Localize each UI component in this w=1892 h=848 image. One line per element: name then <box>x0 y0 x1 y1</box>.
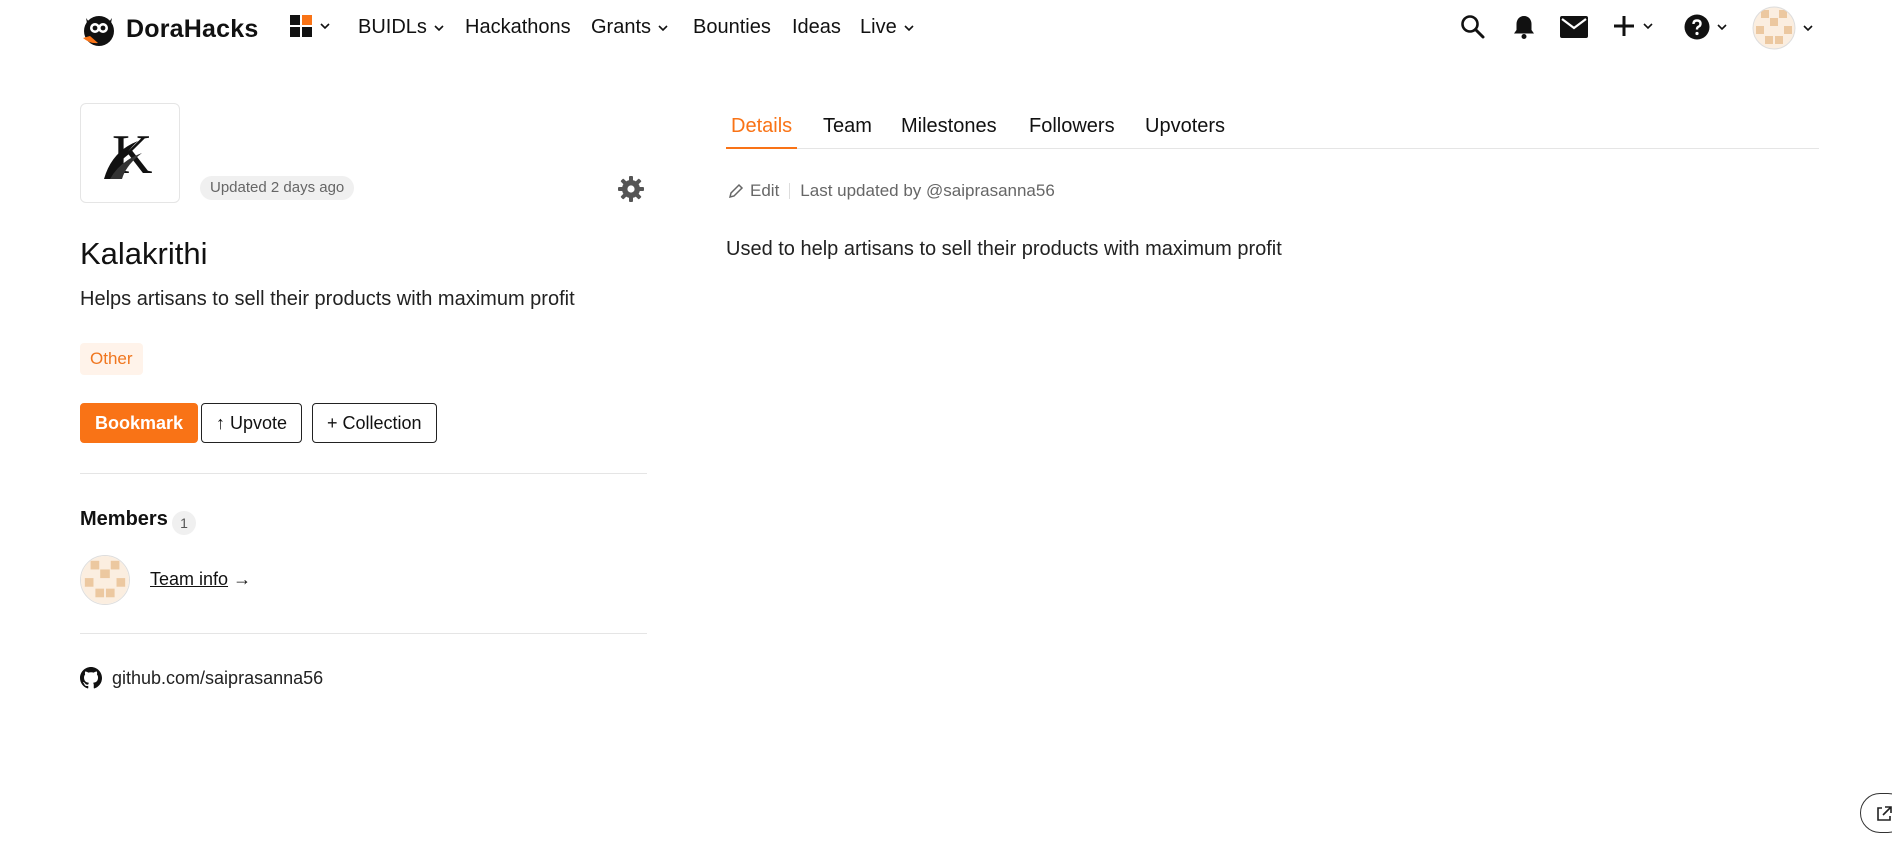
project-logo-image: K <box>104 124 152 185</box>
share-button[interactable] <box>1860 793 1892 833</box>
project-logo: K <box>80 103 180 203</box>
project-description: Used to help artisans to sell their prod… <box>726 238 1282 260</box>
detail-tabs: Details Team Milestones Followers Upvote… <box>726 115 1819 149</box>
brand-name: DoraHacks <box>126 14 259 43</box>
search-icon[interactable] <box>1460 14 1486 40</box>
share-icon <box>1877 806 1892 821</box>
nav-ideas-label: Ideas <box>792 16 841 38</box>
nav-ideas[interactable]: Ideas <box>792 16 841 39</box>
chevron-down-icon <box>1643 23 1653 30</box>
nav-live[interactable]: Live <box>860 16 915 39</box>
edit-button[interactable]: Edit <box>728 181 779 201</box>
add-collection-button[interactable]: + Collection <box>312 403 437 443</box>
apps-menu[interactable] <box>289 14 331 38</box>
top-nav: DoraHacks BUIDLs Hackathons Grants Bount… <box>0 0 1892 58</box>
nav-hackathons[interactable]: Hackathons <box>465 16 571 39</box>
team-info-label: Team info <box>150 569 229 589</box>
user-avatar <box>1752 6 1796 50</box>
upvote-button[interactable]: ↑ Upvote <box>201 403 303 443</box>
chevron-down-icon <box>434 24 444 31</box>
tab-team[interactable]: Team <box>823 115 872 149</box>
chevron-down-icon <box>320 23 330 30</box>
members-label: Members <box>80 508 168 530</box>
help-icon <box>1684 14 1710 40</box>
nav-bounties[interactable]: Bounties <box>693 16 771 39</box>
github-icon <box>80 667 102 689</box>
nav-buidls[interactable]: BUIDLs <box>358 16 445 39</box>
pencil-icon <box>728 183 744 199</box>
project-subtitle: Helps artisans to sell their products wi… <box>80 288 575 310</box>
github-link[interactable]: github.com/saiprasanna56 <box>80 667 323 689</box>
bell-icon[interactable] <box>1512 14 1536 40</box>
edit-label: Edit <box>750 181 780 200</box>
plus-icon <box>1614 16 1634 36</box>
nav-buidls-label: BUIDLs <box>358 16 427 38</box>
help-menu[interactable] <box>1684 14 1728 40</box>
divider <box>80 633 647 634</box>
brand-logo[interactable]: DoraHacks <box>80 10 258 48</box>
dorahacks-logo-icon <box>83 16 114 46</box>
nav-grants[interactable]: Grants <box>591 16 669 39</box>
category-tag[interactable]: Other <box>80 343 143 375</box>
last-updated-text: Last updated by @saiprasanna56 <box>800 181 1055 200</box>
chevron-down-icon <box>1803 25 1813 32</box>
chevron-down-icon <box>1717 24 1727 31</box>
bookmark-button[interactable]: Bookmark <box>80 403 199 443</box>
edit-row: Edit Last updated by @saiprasanna56 <box>728 181 1055 201</box>
updated-badge: Updated 2 days ago <box>200 176 355 200</box>
apps-grid-icon <box>290 15 312 37</box>
project-title: Kalakrithi <box>80 236 208 271</box>
gear-icon[interactable] <box>617 175 645 203</box>
separator <box>789 183 791 199</box>
create-menu[interactable] <box>1612 14 1654 38</box>
nav-live-label: Live <box>860 16 897 38</box>
tab-details[interactable]: Details <box>726 115 798 149</box>
team-info-link[interactable]: Team info → <box>150 569 251 590</box>
member-avatar[interactable] <box>80 555 130 605</box>
tab-followers[interactable]: Followers <box>1029 115 1115 149</box>
nav-hackathons-label: Hackathons <box>465 16 571 38</box>
members-count-badge: 1 <box>172 511 196 535</box>
user-menu[interactable] <box>1752 6 1814 50</box>
divider <box>80 473 647 474</box>
chevron-down-icon <box>658 24 668 31</box>
github-label: github.com/saiprasanna56 <box>112 667 324 688</box>
nav-bounties-label: Bounties <box>693 16 771 38</box>
arrow-right-icon: → <box>233 569 252 589</box>
tab-milestones[interactable]: Milestones <box>901 115 997 149</box>
chevron-down-icon <box>904 24 914 31</box>
nav-grants-label: Grants <box>591 16 652 38</box>
tab-upvoters[interactable]: Upvoters <box>1145 115 1225 149</box>
mail-icon[interactable] <box>1560 16 1588 38</box>
